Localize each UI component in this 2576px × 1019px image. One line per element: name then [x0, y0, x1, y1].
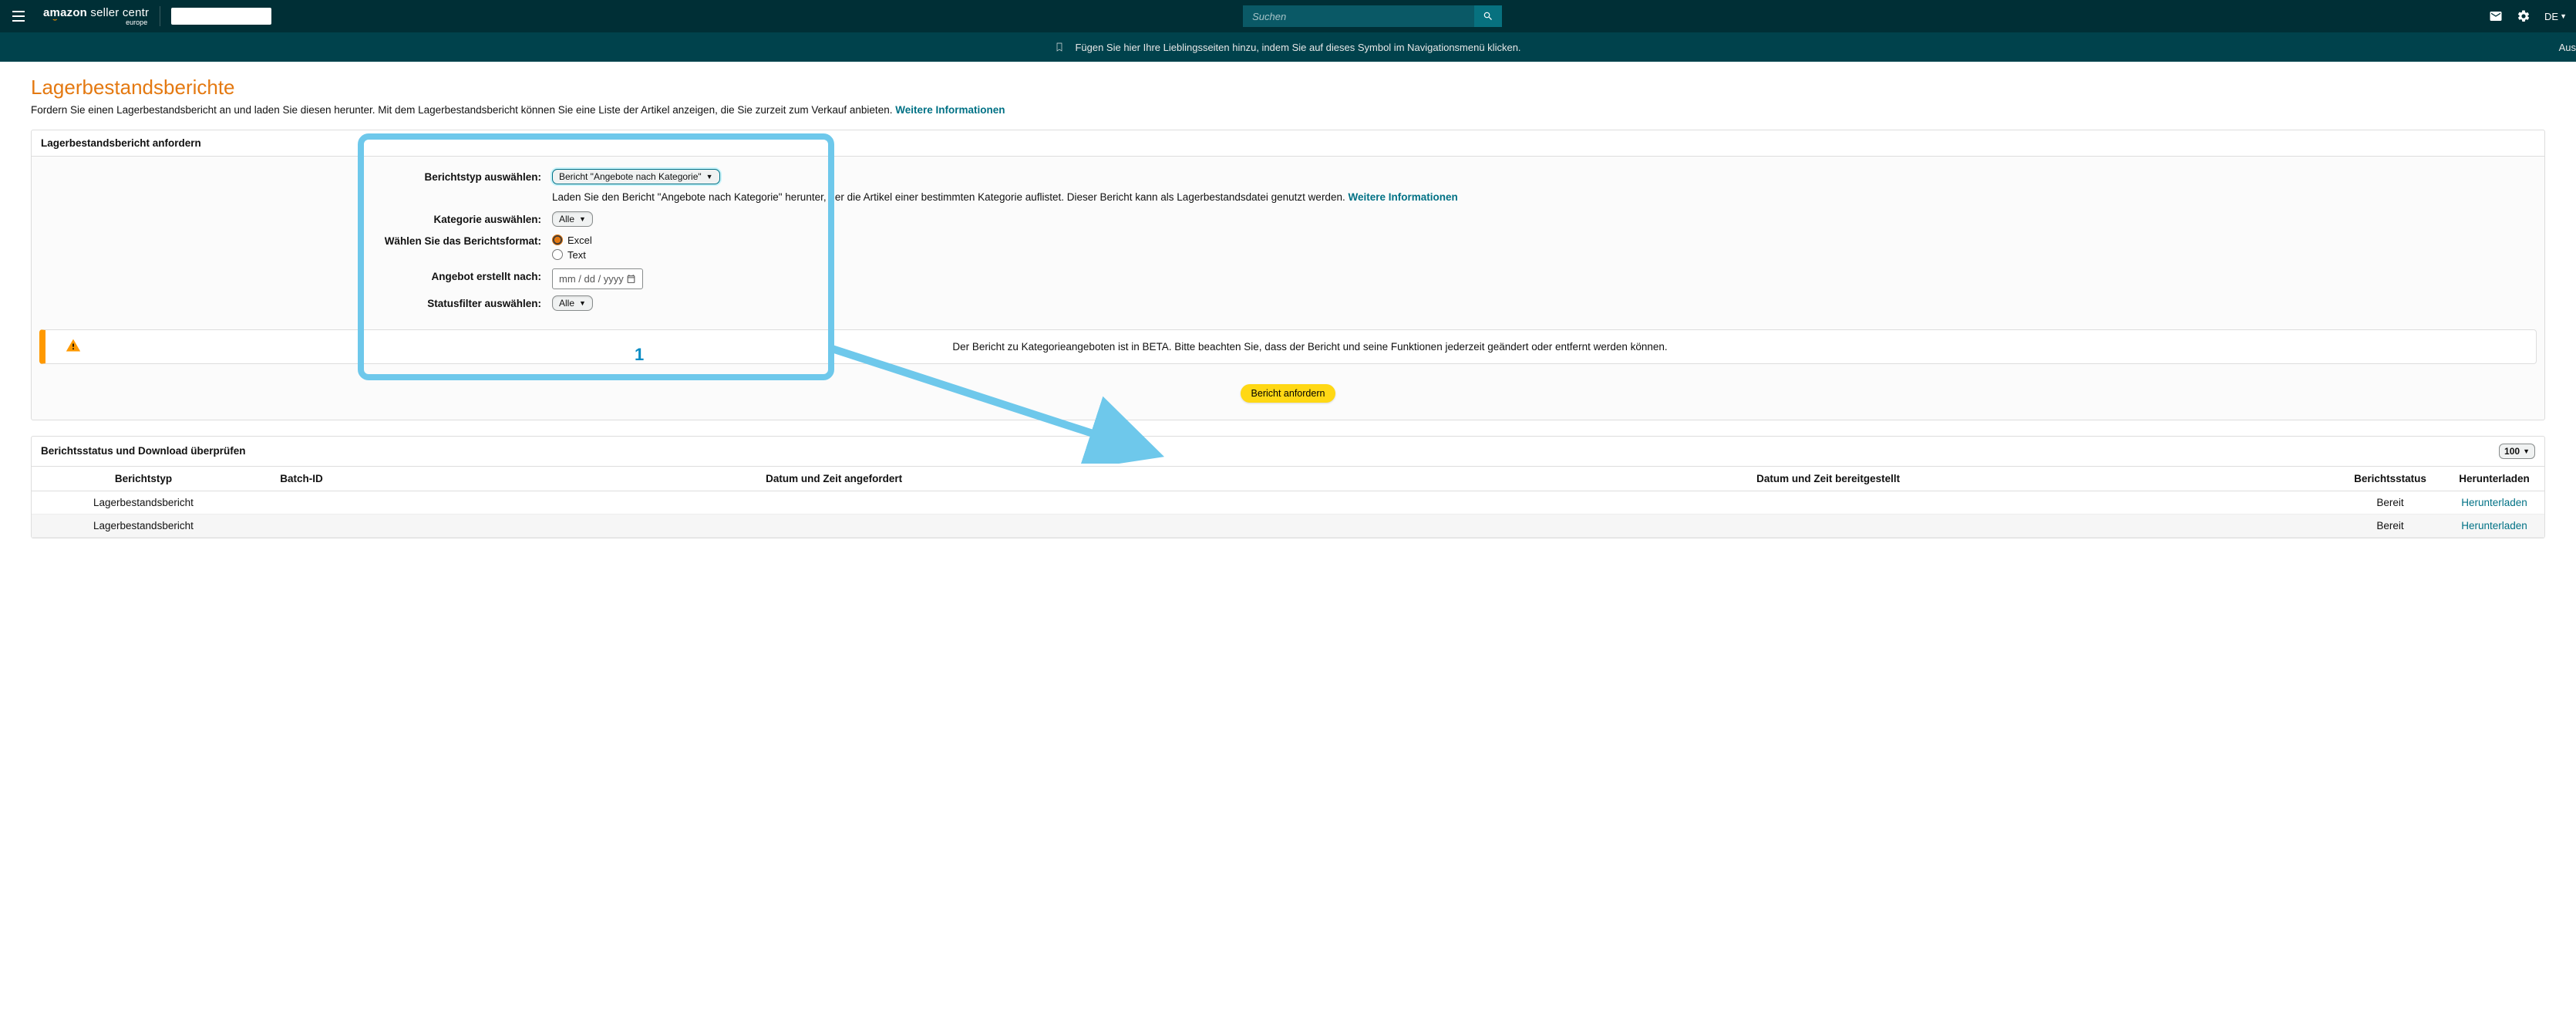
report-type-value: Bericht "Angebote nach Kategorie": [559, 171, 702, 182]
subtitle-text: Fordern Sie einen Lagerbestandsbericht a…: [31, 104, 895, 116]
report-type-description: Laden Sie den Bericht "Angebote nach Kat…: [552, 191, 1458, 205]
marketplace-selector[interactable]: [171, 8, 271, 25]
label-report-type: Berichtstyp auswählen:: [32, 169, 552, 183]
request-report-panel: Lagerbestandsbericht anfordern Berichtst…: [31, 130, 2545, 420]
label-format: Wählen Sie das Berichtsformat:: [32, 233, 552, 247]
col-type: Berichtstyp: [32, 467, 255, 491]
report-desc-text: Laden Sie den Bericht "Angebote nach Kat…: [552, 191, 1348, 203]
col-requested: Datum und Zeit angefordert: [348, 467, 1320, 491]
mail-icon[interactable]: [2489, 9, 2503, 23]
beta-alert: Der Bericht zu Kategorieangeboten ist in…: [39, 329, 2537, 364]
language-selector[interactable]: DE ▼: [2544, 11, 2567, 22]
search-button[interactable]: [1474, 5, 1502, 27]
search-icon: [1483, 11, 1493, 22]
chevron-down-icon: ▼: [579, 299, 586, 307]
brand-logo[interactable]: amazon seller centr ⌣ europe: [43, 7, 149, 26]
page-size-value: 100: [2504, 446, 2520, 457]
cell-provided: [1320, 514, 2336, 537]
col-status: Berichtsstatus: [2336, 467, 2444, 491]
report-status-panel: Berichtsstatus und Download überprüfen 1…: [31, 436, 2545, 538]
download-link[interactable]: Herunterladen: [2461, 497, 2527, 508]
page-subtitle: Fordern Sie einen Lagerbestandsbericht a…: [31, 104, 2545, 116]
bookmark-icon: [1055, 42, 1064, 52]
label-created-after: Angebot erstellt nach:: [32, 268, 552, 282]
bookmark-text: Fügen Sie hier Ihre Lieblingsseiten hinz…: [1075, 42, 1520, 53]
cell-batch: [255, 491, 348, 514]
chevron-down-icon: ▼: [2523, 447, 2530, 455]
cell-type: Lagerbestandsbericht: [32, 514, 255, 537]
date-placeholder: mm / dd / yyyy: [559, 273, 624, 285]
chevron-down-icon: ▼: [706, 173, 713, 181]
cell-download: Herunterladen: [2444, 514, 2544, 537]
header-right-controls: DE ▼: [2489, 9, 2567, 23]
alert-text: Der Bericht zu Kategorieangeboten ist in…: [95, 341, 2525, 353]
format-excel-radio[interactable]: [552, 235, 563, 245]
col-batch: Batch-ID: [255, 467, 348, 491]
page-size-select[interactable]: 100 ▼: [2499, 444, 2535, 459]
bookmark-bar: Fügen Sie hier Ihre Lieblingsseiten hinz…: [0, 32, 2576, 62]
status-panel-title: Berichtsstatus und Download überprüfen: [41, 445, 246, 457]
cell-requested: [348, 514, 1320, 537]
calendar-icon: [626, 274, 636, 284]
page-title: Lagerbestandsberichte: [31, 76, 2545, 100]
category-value: Alle: [559, 214, 574, 224]
cell-batch: [255, 514, 348, 537]
created-after-date-input[interactable]: mm / dd / yyyy: [552, 268, 643, 289]
more-info-link[interactable]: Weitere Informationen: [895, 104, 1005, 116]
language-label: DE: [2544, 11, 2558, 22]
format-excel-label: Excel: [567, 235, 592, 246]
gear-icon[interactable]: [2517, 9, 2531, 23]
cell-type: Lagerbestandsbericht: [32, 491, 255, 514]
col-provided: Datum und Zeit bereitgestellt: [1320, 467, 2336, 491]
report-type-select[interactable]: Bericht "Angebote nach Kategorie" ▼: [552, 169, 720, 184]
category-select[interactable]: Alle ▼: [552, 211, 593, 227]
format-text-label: Text: [567, 249, 586, 261]
reports-table: Berichtstyp Batch-ID Datum und Zeit ange…: [32, 467, 2544, 538]
bookmark-right-text: Aus: [2559, 42, 2576, 53]
table-row: Lagerbestandsbericht Bereit Herunterladen: [32, 491, 2544, 514]
col-download: Herunterladen: [2444, 467, 2544, 491]
cell-provided: [1320, 491, 2336, 514]
status-filter-value: Alle: [559, 298, 574, 309]
main-content: Lagerbestandsberichte Fordern Sie einen …: [0, 62, 2576, 585]
search-bar: [1243, 5, 1502, 27]
cell-status: Bereit: [2336, 514, 2444, 537]
search-input[interactable]: [1243, 5, 1474, 27]
status-panel-header: Berichtsstatus und Download überprüfen 1…: [32, 437, 2544, 467]
cell-download: Herunterladen: [2444, 491, 2544, 514]
logo-subtext: europe: [43, 19, 147, 26]
format-text-radio[interactable]: [552, 249, 563, 260]
cell-requested: [348, 491, 1320, 514]
warning-icon: [66, 338, 81, 356]
request-report-button[interactable]: Bericht anfordern: [1241, 384, 1336, 403]
label-category: Kategorie auswählen:: [32, 211, 552, 225]
download-link[interactable]: Herunterladen: [2461, 520, 2527, 531]
top-header: amazon seller centr ⌣ europe DE ▼: [0, 0, 2576, 32]
label-status-filter: Statusfilter auswählen:: [32, 295, 552, 309]
request-panel-header: Lagerbestandsbericht anfordern: [32, 130, 2544, 157]
report-desc-link[interactable]: Weitere Informationen: [1348, 191, 1457, 203]
table-row: Lagerbestandsbericht Bereit Herunterladen: [32, 514, 2544, 537]
menu-hamburger-icon[interactable]: [9, 7, 28, 25]
cell-status: Bereit: [2336, 491, 2444, 514]
chevron-down-icon: ▼: [579, 215, 586, 223]
status-filter-select[interactable]: Alle ▼: [552, 295, 593, 311]
